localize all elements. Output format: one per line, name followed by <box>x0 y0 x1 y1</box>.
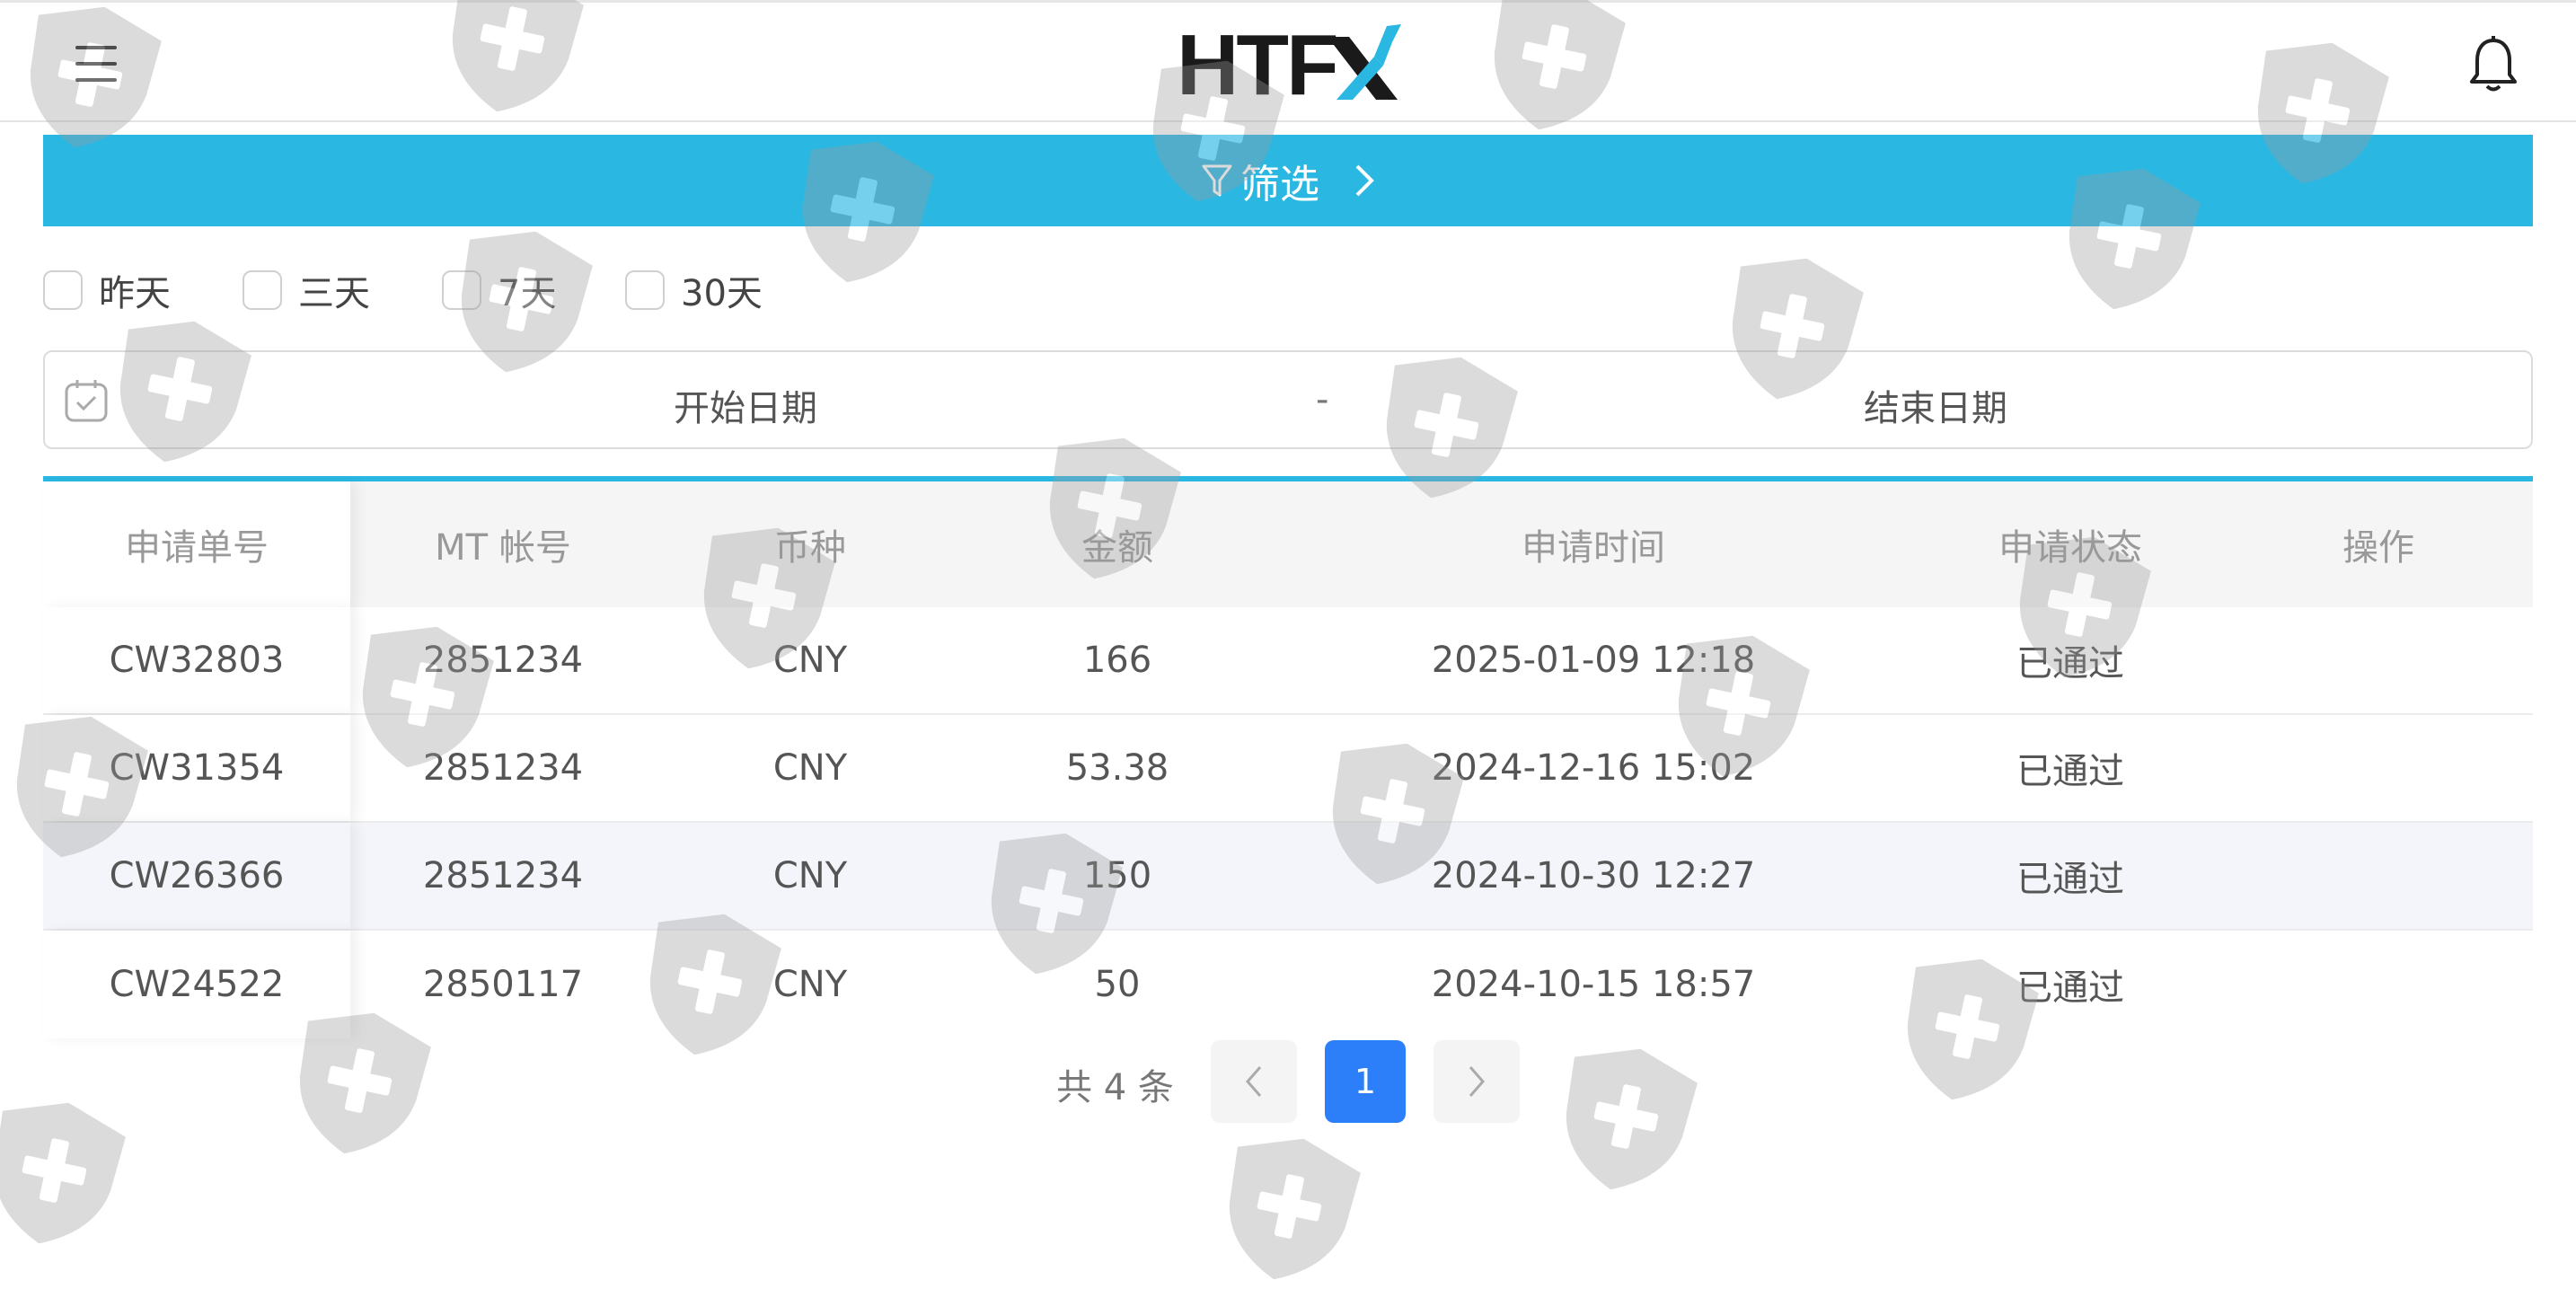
prev-page-button[interactable] <box>1211 1040 1297 1123</box>
checkbox-yesterday[interactable]: 昨天 <box>43 266 171 314</box>
column-header-currency: 币种 <box>774 527 846 569</box>
checkbox-label: 7天 <box>498 273 557 314</box>
cell-account: 2850117 <box>422 964 584 1005</box>
cell-currency: CNY <box>772 640 848 681</box>
bell-icon[interactable] <box>2466 35 2520 94</box>
pagination: 共 4 条 1 <box>0 1040 2576 1123</box>
cell-status: 已通过 <box>2016 859 2124 900</box>
cell-status: 已通过 <box>2016 643 2124 684</box>
checkbox-label: 三天 <box>298 273 370 314</box>
checkbox-label: 昨天 <box>99 273 171 314</box>
hamburger-menu-icon[interactable] <box>75 46 117 82</box>
checkbox-seven-days[interactable]: 7天 <box>442 266 556 314</box>
checkbox-three-days[interactable]: 三天 <box>243 266 370 314</box>
filter-toggle-bar[interactable]: 筛选 <box>43 135 2533 226</box>
checkbox-box[interactable] <box>625 270 665 310</box>
shield-plus-icon <box>1229 1138 1361 1280</box>
checkbox-label: 30天 <box>681 273 763 314</box>
page-button-current[interactable]: 1 <box>1325 1040 1406 1123</box>
chevron-right-icon <box>1469 1066 1485 1097</box>
cell-account: 2851234 <box>422 640 584 681</box>
next-page-button[interactable] <box>1434 1040 1520 1123</box>
top-header: HTF <box>0 0 2576 122</box>
cell-time: 2024-10-15 18:57 <box>1431 964 1756 1005</box>
cell-amount: 53.38 <box>1065 747 1169 789</box>
cell-action[interactable] <box>2224 823 2533 929</box>
cell-amount: 50 <box>1094 964 1141 1005</box>
cell-account: 2851234 <box>422 747 584 789</box>
date-separator: - <box>1316 379 1329 420</box>
logo-x-mark <box>1327 24 1401 100</box>
htfx-logo: HTF <box>1177 21 1410 110</box>
checkbox-box[interactable] <box>243 270 282 310</box>
cell-time: 2024-10-30 12:27 <box>1431 855 1756 896</box>
chevron-left-icon <box>1246 1066 1262 1097</box>
end-date-input[interactable]: 结束日期 <box>1864 379 2007 431</box>
chevron-right-icon <box>1355 164 1374 197</box>
table-row[interactable]: CW32803 2851234 CNY 166 2025-01-09 12:18… <box>43 607 2533 715</box>
table-row[interactable]: CW26366 2851234 CNY 150 2024-10-30 12:27… <box>43 823 2533 931</box>
cell-id: CW24522 <box>109 964 285 1005</box>
cell-action[interactable] <box>2224 715 2533 821</box>
cell-status: 已通过 <box>2016 967 2124 1009</box>
pagination-total: 共 4 条 <box>1056 1067 1174 1108</box>
cell-time: 2025-01-09 12:18 <box>1431 640 1756 681</box>
checkbox-thirty-days[interactable]: 30天 <box>625 266 763 314</box>
cell-amount: 166 <box>1082 640 1152 681</box>
cell-id: CW26366 <box>109 855 285 896</box>
withdrawal-table: 申请单号 MT 帐号 币种 金额 申请时间 申请状态 操作 CW32803 28… <box>43 481 2533 1038</box>
table-row[interactable]: CW24522 2850117 CNY 50 2024-10-15 18:57 … <box>43 931 2533 1038</box>
calendar-icon <box>65 380 108 422</box>
cell-action[interactable] <box>2224 607 2533 713</box>
table-header-row: 申请单号 MT 帐号 币种 金额 申请时间 申请状态 操作 <box>43 481 2533 607</box>
column-header-time: 申请时间 <box>1522 527 1665 569</box>
cell-action[interactable] <box>2224 931 2533 1038</box>
table-row[interactable]: CW31354 2851234 CNY 53.38 2024-12-16 15:… <box>43 715 2533 823</box>
cell-account: 2851234 <box>422 855 584 896</box>
column-header-account: MT 帐号 <box>435 527 571 569</box>
checkbox-box[interactable] <box>43 270 83 310</box>
filter-label: 筛选 <box>1240 162 1319 208</box>
cell-id: CW32803 <box>109 640 285 681</box>
column-header-action: 操作 <box>2342 527 2414 569</box>
checkbox-box[interactable] <box>442 270 481 310</box>
cell-currency: CNY <box>772 855 848 896</box>
cell-time: 2024-12-16 15:02 <box>1431 747 1756 789</box>
funnel-icon <box>1202 164 1232 197</box>
column-header-id: 申请单号 <box>125 527 269 569</box>
cell-amount: 150 <box>1082 855 1152 896</box>
column-header-amount: 金额 <box>1081 527 1153 569</box>
cell-id: CW31354 <box>109 747 285 789</box>
cell-currency: CNY <box>772 747 848 789</box>
column-header-status: 申请状态 <box>1998 527 2142 569</box>
cell-status: 已通过 <box>2016 751 2124 792</box>
date-range-picker[interactable]: 开始日期 - 结束日期 <box>43 350 2533 449</box>
start-date-input[interactable]: 开始日期 <box>674 379 817 431</box>
cell-currency: CNY <box>772 964 848 1005</box>
